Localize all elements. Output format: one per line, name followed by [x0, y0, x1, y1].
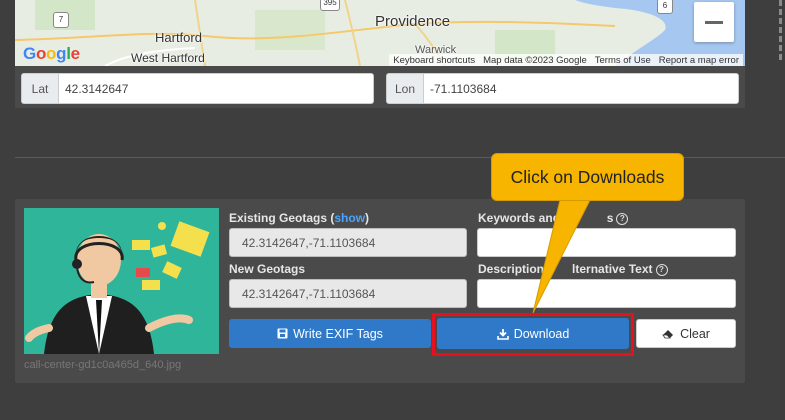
image-thumbnail[interactable]	[24, 208, 219, 354]
lat-input[interactable]	[59, 74, 373, 103]
eraser-icon	[662, 330, 674, 339]
call-center-agent-illustration	[24, 208, 219, 354]
description-input[interactable]	[477, 279, 736, 308]
lon-input-group: Lon	[386, 73, 739, 104]
show-link[interactable]: show	[334, 211, 365, 225]
keywords-label: Keywords and Ts?	[478, 211, 629, 225]
map-city-label: Providence	[375, 13, 451, 30]
existing-geotags-field: 42.3142647,-71.1103684	[229, 228, 467, 257]
lon-input[interactable]	[424, 74, 738, 103]
google-logo: Google	[23, 44, 80, 63]
minus-icon	[705, 21, 723, 24]
highlight-box	[432, 313, 634, 356]
write-exif-button[interactable]: Write EXIF Tags	[229, 319, 431, 348]
existing-geotags-label: Existing Geotags (show)	[229, 211, 370, 225]
highway-shield-icon: 7	[53, 12, 69, 28]
map-view[interactable]: 7 395 6 Providence Hartford West Hartfor…	[15, 0, 745, 66]
help-icon[interactable]: ?	[655, 264, 668, 276]
clear-button[interactable]: Clear	[636, 319, 736, 348]
keywords-input[interactable]	[477, 228, 736, 257]
highway-shield-icon: 395	[320, 0, 340, 11]
image-filename: call-center-gd1c0a465d_640.jpg	[24, 359, 182, 371]
map-city-label: West Hartford	[131, 51, 205, 65]
map-data-text: Map data ©2023 Google	[483, 54, 587, 66]
new-geotags-label: New Geotags	[229, 262, 306, 276]
lon-label: Lon	[387, 74, 424, 103]
new-geotags-field: 42.3142647,-71.1103684	[229, 279, 467, 308]
lat-input-group: Lat	[21, 73, 374, 104]
terms-link[interactable]: Terms of Use	[595, 55, 651, 66]
description-label: Description lternative Text?	[478, 262, 668, 276]
highway-shield-icon: 6	[657, 0, 673, 14]
report-error-link[interactable]: Report a map error	[659, 55, 739, 66]
instruction-callout: Click on Downloads	[491, 153, 684, 201]
map-city-label: Hartford	[155, 30, 202, 45]
scrollbar-edge	[779, 0, 785, 60]
help-icon[interactable]: ?	[616, 213, 629, 225]
zoom-out-button[interactable]	[694, 2, 734, 42]
save-icon	[277, 328, 288, 339]
keyboard-shortcuts-link[interactable]: Keyboard shortcuts	[393, 55, 475, 66]
map-panel: 7 395 6 Providence Hartford West Hartfor…	[15, 0, 745, 108]
lat-label: Lat	[22, 74, 59, 103]
map-attribution: Keyboard shortcuts Map data ©2023 Google…	[389, 54, 743, 66]
